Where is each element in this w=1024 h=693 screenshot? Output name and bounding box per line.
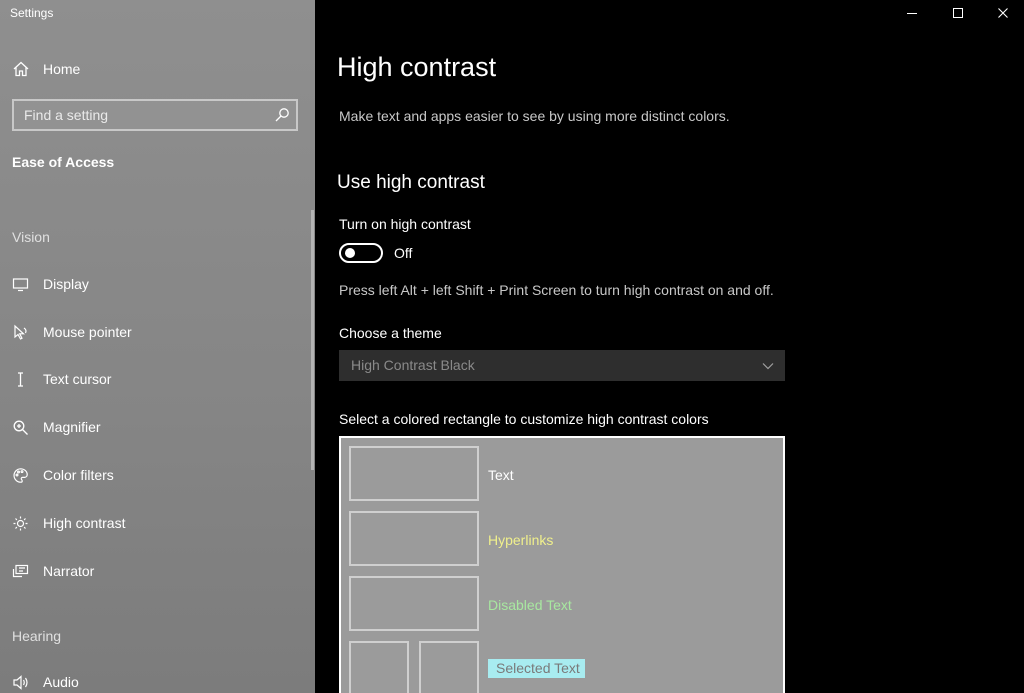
selected-text-foreground-swatch[interactable] <box>349 641 409 693</box>
home-label: Home <box>43 61 81 77</box>
search-box[interactable] <box>12 99 298 131</box>
sidebar-item-high-contrast[interactable]: High contrast <box>12 511 125 535</box>
section-title: Use high contrast <box>337 172 485 193</box>
color-customization-panel: Text Hyperlinks Disabled Text Selected T… <box>339 436 785 693</box>
selected-text-label[interactable]: Selected Text <box>488 659 585 678</box>
search-icon[interactable] <box>274 107 290 123</box>
magnifier-icon <box>13 420 28 435</box>
hearing-group-header: Hearing <box>12 628 62 644</box>
mouse-pointer-icon <box>14 324 27 340</box>
sidebar-item-magnifier[interactable]: Magnifier <box>12 415 101 439</box>
shortcut-hint: Press left Alt + left Shift + Print Scre… <box>339 282 774 298</box>
maximize-button[interactable] <box>935 0 981 26</box>
sidebar-scrollbar[interactable] <box>311 210 314 470</box>
toggle-knob <box>345 248 355 258</box>
narrator-icon <box>12 564 29 577</box>
close-icon <box>998 8 1008 18</box>
maximize-icon <box>953 8 963 18</box>
toggle-state-text: Off <box>394 245 413 261</box>
text-color-swatch[interactable] <box>349 446 479 501</box>
text-cursor-icon <box>18 371 23 387</box>
sidebar-item-color-filters[interactable]: Color filters <box>12 463 114 487</box>
palette-icon <box>13 467 28 483</box>
sidebar-item-text-cursor[interactable]: Text cursor <box>12 367 111 391</box>
sidebar-item-label: Audio <box>43 674 79 690</box>
hyperlinks-color-label[interactable]: Hyperlinks <box>488 532 553 548</box>
sidebar-item-label: Display <box>43 276 89 292</box>
theme-dropdown-value: High Contrast Black <box>351 357 475 373</box>
sidebar-item-label: Magnifier <box>43 419 101 435</box>
main-content: High contrast Make text and apps easier … <box>315 0 1024 693</box>
vision-group-header: Vision <box>12 229 50 245</box>
speaker-icon <box>13 674 28 690</box>
disabled-text-color-swatch[interactable] <box>349 576 479 631</box>
sidebar-item-label: Mouse pointer <box>43 324 132 340</box>
page-description: Make text and apps easier to see by usin… <box>339 108 730 124</box>
sidebar-item-narrator[interactable]: Narrator <box>12 559 94 583</box>
minimize-button[interactable] <box>889 0 935 26</box>
sidebar-item-display[interactable]: Display <box>12 272 89 296</box>
text-color-label[interactable]: Text <box>488 467 514 483</box>
sidebar-item-label: Color filters <box>43 467 114 483</box>
home-icon <box>13 61 29 77</box>
minimize-icon <box>907 13 917 14</box>
chevron-down-icon <box>762 363 774 370</box>
sidebar-item-audio[interactable]: Audio <box>12 670 79 693</box>
close-button[interactable] <box>980 0 1024 26</box>
high-contrast-toggle[interactable] <box>339 243 383 263</box>
page-title: High contrast <box>337 52 497 82</box>
sidebar-item-label: Narrator <box>43 563 95 579</box>
sidebar-item-mouse-pointer[interactable]: Mouse pointer <box>12 320 132 344</box>
display-icon <box>12 277 29 291</box>
theme-dropdown[interactable]: High Contrast Black <box>339 350 785 381</box>
sun-icon <box>13 516 28 530</box>
sidebar: Settings Home Ease of Access Vision Disp… <box>0 0 315 693</box>
category-heading: Ease of Access <box>12 154 115 170</box>
high-contrast-toggle-label: Turn on high contrast <box>339 216 471 232</box>
window-title: Settings <box>10 6 54 20</box>
home-nav-item[interactable]: Home <box>12 60 80 78</box>
colors-label: Select a colored rectangle to customize … <box>339 411 709 427</box>
disabled-text-color-label[interactable]: Disabled Text <box>488 597 572 613</box>
selected-text-background-swatch[interactable] <box>419 641 479 693</box>
sidebar-item-label: High contrast <box>43 515 126 531</box>
theme-label: Choose a theme <box>339 325 442 341</box>
hyperlinks-color-swatch[interactable] <box>349 511 479 566</box>
sidebar-item-label: Text cursor <box>43 371 112 387</box>
search-input[interactable] <box>14 101 269 129</box>
